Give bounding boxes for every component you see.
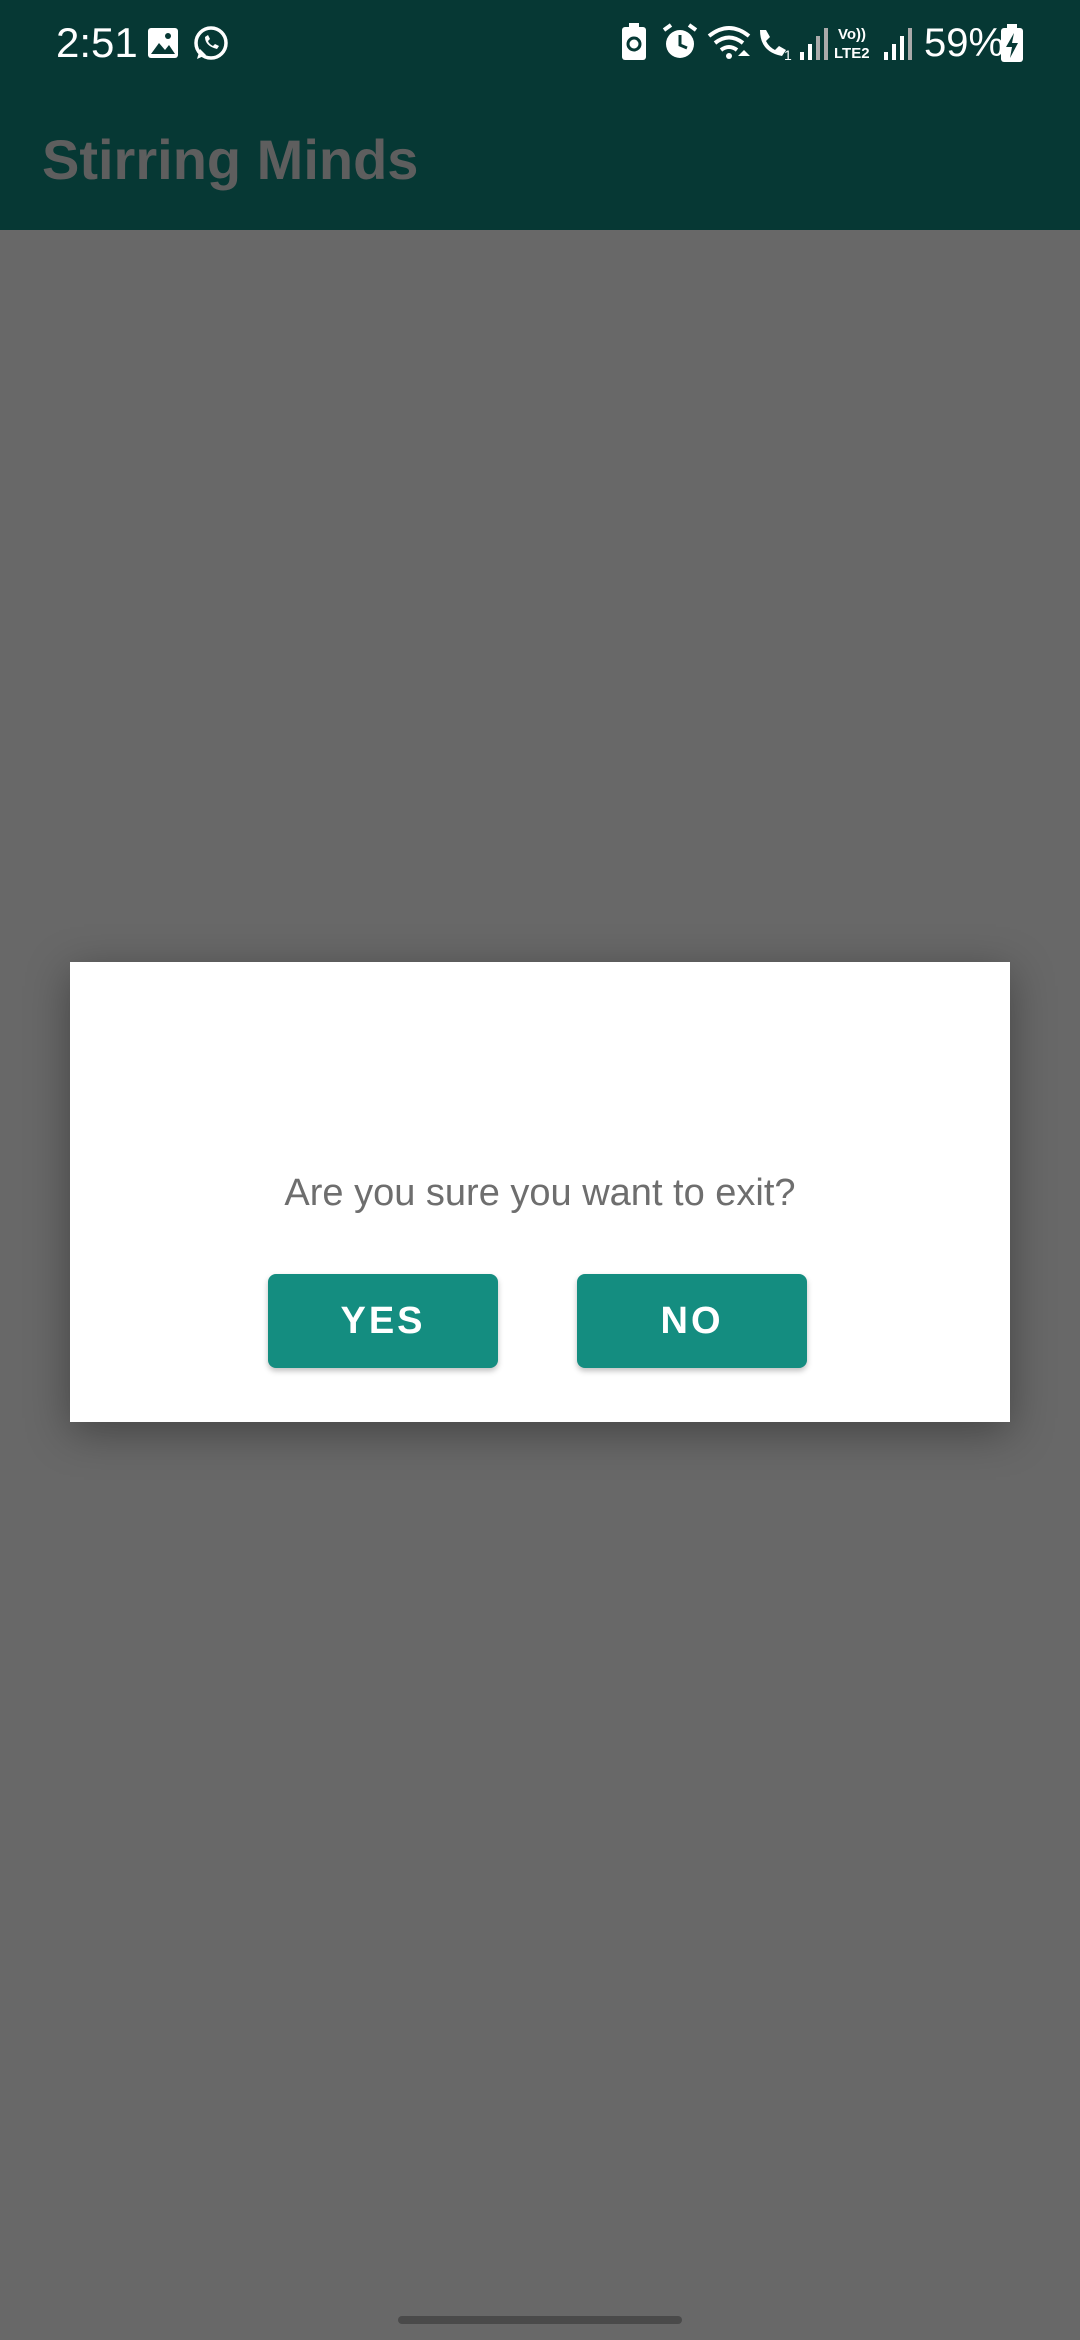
- status-bar: 2:51 1 Vo)) LTE2 59%: [0, 0, 1080, 86]
- svg-text:LTE2: LTE2: [834, 45, 870, 62]
- exit-dialog: Are you sure you want to exit? YES NO: [70, 962, 1010, 1422]
- no-button[interactable]: NO: [577, 1274, 807, 1368]
- alarm-icon: [660, 22, 700, 62]
- wifi-icon: [706, 24, 752, 62]
- yes-button[interactable]: YES: [268, 1274, 498, 1368]
- volte-lte2-icon: Vo)) LTE2: [834, 24, 880, 62]
- whatsapp-icon: [192, 24, 230, 62]
- dialog-message: Are you sure you want to exit?: [284, 1172, 796, 1214]
- svg-text:Vo)): Vo)): [838, 26, 866, 43]
- status-time: 2:51: [56, 19, 138, 66]
- app-title: Stirring Minds: [42, 128, 419, 191]
- navigation-handle[interactable]: [398, 2316, 682, 2324]
- battery-percentage: 59%: [924, 21, 1005, 65]
- image-icon: [146, 26, 180, 60]
- app-bar: Stirring Minds: [0, 86, 1080, 230]
- svg-text:1: 1: [784, 47, 792, 62]
- battery-charging-icon: [1000, 24, 1024, 64]
- signal-icon: [798, 24, 828, 62]
- wifi-call-icon: 1: [754, 24, 794, 62]
- signal-icon: [882, 24, 912, 62]
- battery-saver-icon: [620, 22, 648, 62]
